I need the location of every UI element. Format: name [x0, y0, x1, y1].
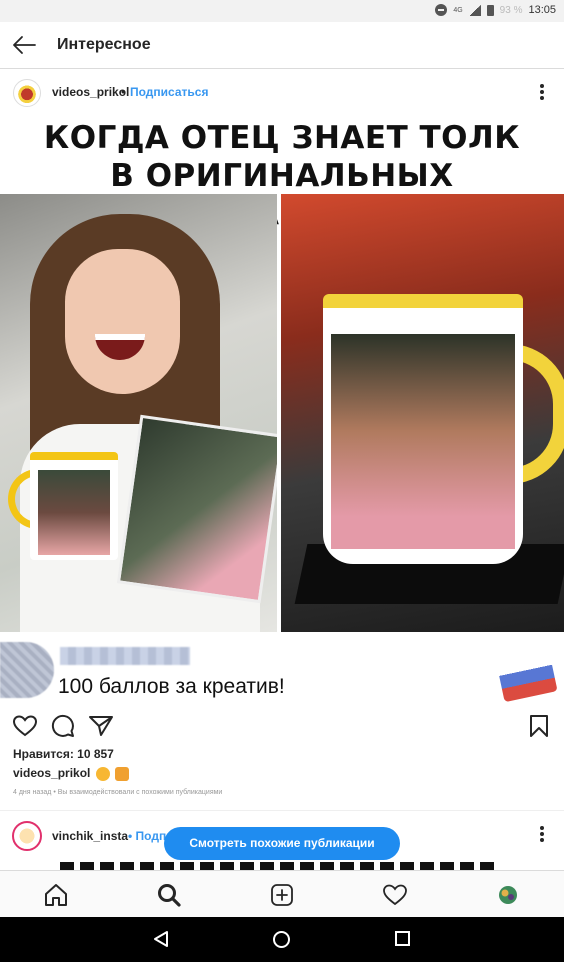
android-nav-bar [0, 917, 564, 962]
emoji-face-icon [95, 766, 110, 781]
paper-plane-icon[interactable] [88, 714, 114, 738]
blurred-avatar [0, 642, 54, 698]
follow-button[interactable]: Подписаться [130, 85, 208, 99]
signal-icon [468, 4, 481, 16]
avatar[interactable] [12, 821, 42, 851]
back-triangle-icon[interactable] [152, 930, 170, 948]
bookmark-icon[interactable] [529, 714, 549, 738]
post-actions [0, 704, 564, 744]
heart-icon[interactable] [12, 714, 38, 738]
blurred-username [60, 647, 190, 665]
separator-dot: • [121, 85, 126, 99]
post-header: videos_prikol • Подписаться [0, 69, 564, 117]
search-icon[interactable] [156, 882, 182, 908]
battery-percent: 93 % [499, 4, 523, 16]
post-username[interactable]: videos_prikol [52, 85, 129, 99]
next-post-username[interactable]: vinchik_insta [52, 829, 128, 843]
do-not-disturb-icon [435, 4, 448, 16]
overlay-comment: 100 баллов за креатив! [0, 632, 564, 704]
see-similar-button[interactable]: Смотреть похожие публикации [164, 827, 400, 860]
bottom-nav [0, 870, 564, 917]
post-timestamp: 4 дня назад • Вы взаимодействовали с пох… [13, 789, 223, 796]
network-type: 4G [453, 6, 463, 14]
profile-avatar-icon[interactable] [495, 882, 521, 908]
arrow-left-icon[interactable] [11, 33, 37, 57]
kebab-vertical-icon[interactable] [539, 826, 545, 844]
home-circle-icon[interactable] [272, 930, 291, 949]
avatar[interactable] [13, 79, 41, 107]
page-title: Интересное [57, 36, 151, 53]
home-icon[interactable] [43, 882, 69, 908]
caption-username[interactable]: videos_prikol [13, 766, 90, 780]
overlay-comment-text: 100 баллов за креатив! [58, 675, 285, 698]
flag-sticker-icon [496, 651, 558, 703]
heart-outline-icon[interactable] [382, 882, 408, 908]
kebab-vertical-icon[interactable] [539, 84, 545, 102]
status-bar: 4G 93 % 13:05 [0, 0, 564, 22]
emoji-thumbs-up-icon [115, 766, 130, 781]
next-post-separator: • [128, 829, 133, 843]
status-icons: 4G 93 % 13:05 [435, 4, 556, 16]
photo-mug-closeup [281, 194, 564, 632]
app-header: Интересное [0, 22, 564, 69]
plus-square-icon[interactable] [269, 882, 295, 908]
recents-square-icon[interactable] [394, 930, 411, 947]
comment-bubble-icon[interactable] [51, 714, 75, 738]
clock: 13:05 [528, 4, 556, 16]
post-image[interactable]: КОГДА ОТЕЦ ЗНАЕТ ТОЛК В ОРИГИНАЛЬНЫХ ПОД… [0, 117, 564, 632]
meme-caption-line1: КОГДА ОТЕЦ ЗНАЕТ ТОЛК [43, 120, 521, 156]
photo-girl-with-mug [0, 194, 277, 632]
like-count[interactable]: Нравится: 10 857 [13, 747, 114, 761]
battery-icon [486, 4, 494, 16]
post-caption: videos_prikol [13, 766, 130, 781]
